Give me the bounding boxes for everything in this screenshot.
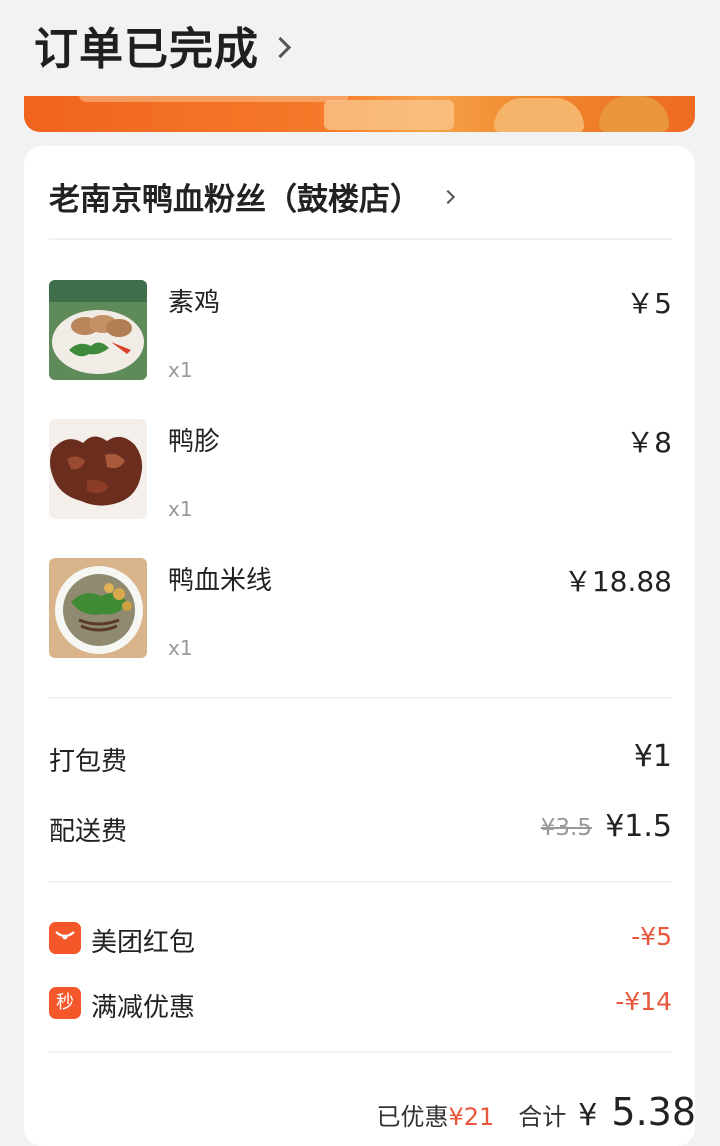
total-label: 合计 <box>518 1103 567 1131</box>
item-name: 鸭胗 <box>168 427 221 457</box>
item-name: 素鸡 <box>168 288 221 318</box>
shop-name: 老南京鸭血粉丝（鼓楼店） <box>49 182 421 218</box>
item-quantity: x1 <box>168 636 193 660</box>
item-price: ￥18.88 <box>563 565 672 598</box>
item-quantity: x1 <box>168 358 193 382</box>
food-image <box>599 96 669 132</box>
saved-label: 已优惠 <box>376 1103 449 1131</box>
item-thumbnail <box>49 280 147 380</box>
order-status-title: 订单已完成 <box>34 24 259 75</box>
item-quantity: x1 <box>168 497 193 521</box>
flash-sale-icon: 秒 <box>49 987 81 1019</box>
order-item[interactable]: 鸭胗 x1 ￥8 <box>49 419 672 529</box>
chevron-right-icon <box>440 189 456 204</box>
promotion-value: -¥14 <box>615 987 672 1016</box>
item-name: 鸭血米线 <box>168 566 273 596</box>
order-card: 老南京鸭血粉丝（鼓楼店） 素鸡 x1 ￥5 鸭胗 x1 ￥8 鸭血米线 x1 ￥… <box>24 146 695 1146</box>
promotion-row-full-reduction: 秒 满减优惠 -¥14 <box>49 985 672 1025</box>
promotion-label: 满减优惠 <box>91 993 196 1023</box>
divider <box>49 697 672 699</box>
red-packet-icon <box>49 922 81 954</box>
delivery-fee-label: 配送费 <box>49 817 128 847</box>
total-value: 5.38 <box>611 1090 696 1134</box>
packing-fee-label: 打包费 <box>49 747 128 777</box>
order-status-header[interactable]: 订单已完成 <box>34 14 292 76</box>
banner-decoration <box>79 96 349 102</box>
order-item[interactable]: 鸭血米线 x1 ￥18.88 <box>49 558 672 668</box>
total-currency: ¥ <box>578 1098 598 1133</box>
promotion-row-red-packet: 美团红包 -¥5 <box>49 920 672 960</box>
shop-link[interactable]: 老南京鸭血粉丝（鼓楼店） <box>49 174 456 219</box>
item-price: ￥8 <box>626 426 672 459</box>
packing-fee-row: 打包费 ¥1 <box>49 739 672 781</box>
burger-image <box>494 98 584 132</box>
promotion-value: -¥5 <box>631 922 672 951</box>
divider <box>49 1051 672 1053</box>
item-price: ￥5 <box>626 287 672 320</box>
promotion-label: 美团红包 <box>91 928 196 958</box>
delivery-fee-row: 配送费 ¥3.5 ¥1.5 <box>49 809 672 851</box>
banner-decoration <box>324 100 454 130</box>
divider <box>49 881 672 883</box>
saved-value: ¥21 <box>448 1103 495 1131</box>
item-thumbnail <box>49 419 147 519</box>
chevron-right-icon <box>269 36 292 58</box>
packing-fee-value: ¥1 <box>633 739 672 774</box>
delivery-fee-value: ¥1.5 <box>605 809 672 844</box>
promo-banner[interactable] <box>24 96 695 132</box>
order-total: 已优惠 ¥21 合计 ¥ 5.38 <box>376 1090 696 1134</box>
divider <box>49 238 672 240</box>
delivery-fee-original: ¥3.5 <box>540 815 592 841</box>
order-item[interactable]: 素鸡 x1 ￥5 <box>49 280 672 390</box>
item-thumbnail <box>49 558 147 658</box>
